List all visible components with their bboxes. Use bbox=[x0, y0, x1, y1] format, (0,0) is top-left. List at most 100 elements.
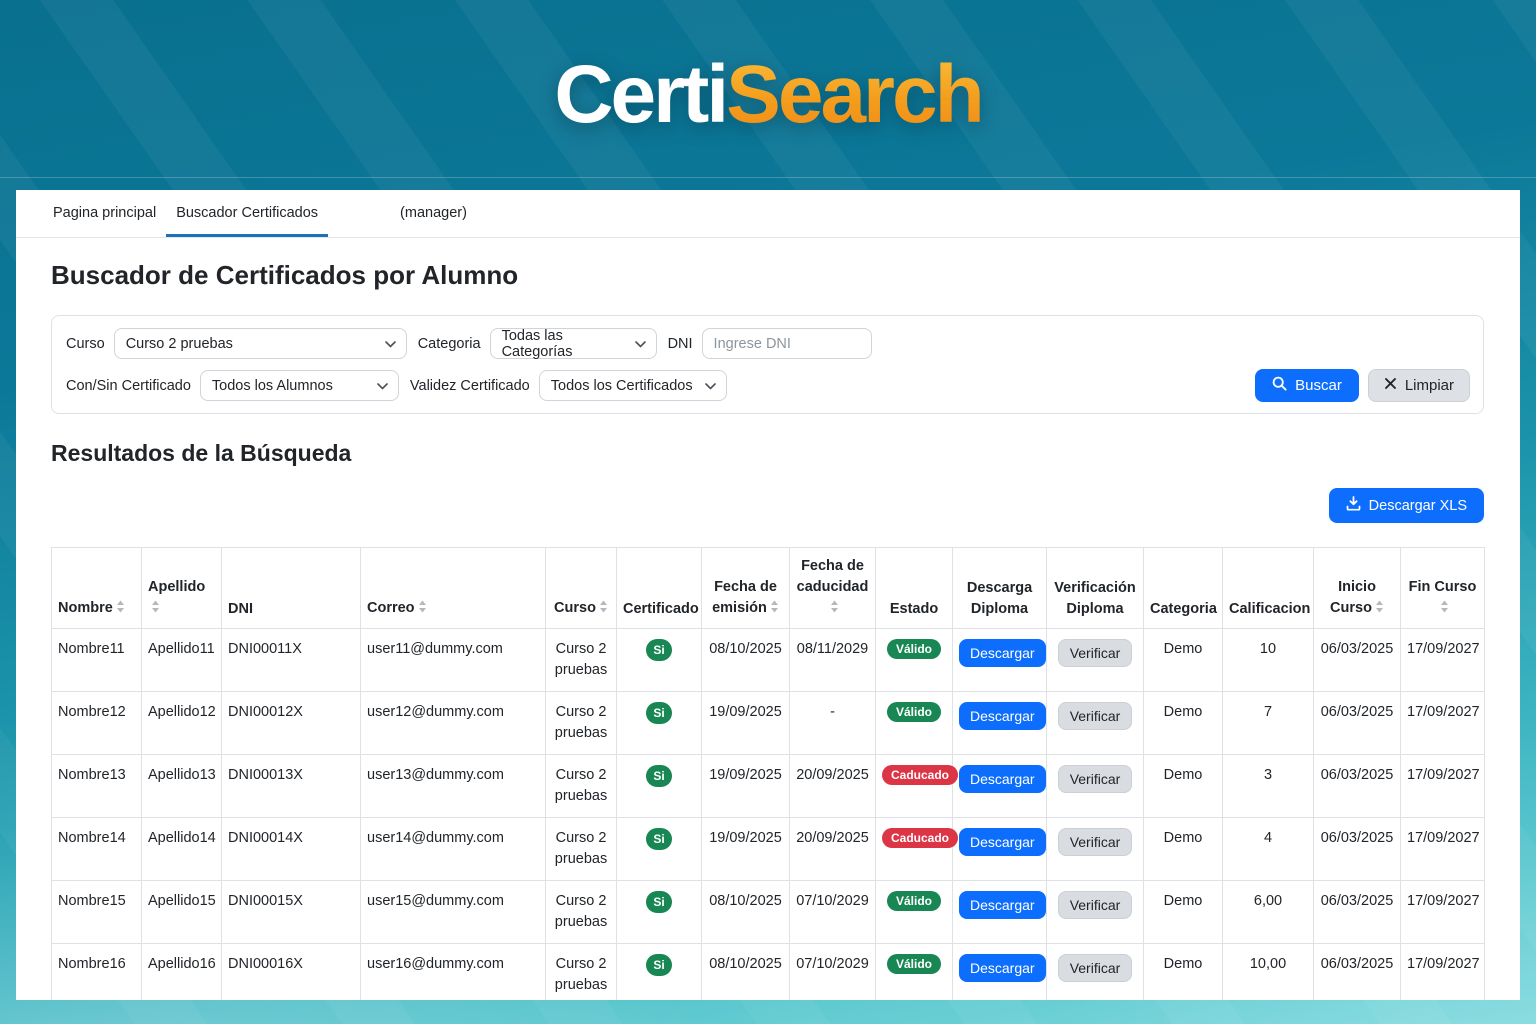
column-label: Fin Curso bbox=[1409, 579, 1477, 595]
column-label: Nombre bbox=[58, 600, 113, 616]
certificado-badge: Si bbox=[646, 891, 671, 913]
page-title: Buscador de Certificados por Alumno bbox=[51, 260, 1484, 291]
column-header-correo[interactable]: Correo bbox=[361, 548, 546, 629]
cell-dni: DNI00012X bbox=[222, 692, 361, 755]
cell-inicio_curso: 06/03/2025 bbox=[1314, 692, 1401, 755]
table-row: Nombre14Apellido14DNI00014Xuser14@dummy.… bbox=[52, 818, 1485, 881]
column-header-categoria: Categoria bbox=[1144, 548, 1223, 629]
column-header-apellido[interactable]: Apellido bbox=[142, 548, 222, 629]
results-title: Resultados de la Búsqueda bbox=[51, 440, 1484, 467]
cell-estado: Válido bbox=[876, 629, 953, 692]
certificado-badge: Si bbox=[646, 702, 671, 724]
cell-fecha_emision: 19/09/2025 bbox=[702, 755, 790, 818]
table-row: Nombre16Apellido16DNI00016Xuser16@dummy.… bbox=[52, 944, 1485, 1000]
limpiar-button[interactable]: Limpiar bbox=[1368, 369, 1470, 402]
validez-select[interactable]: Todos los Certificados bbox=[539, 370, 727, 401]
column-header-fecha_emision[interactable]: Fecha de emisión bbox=[702, 548, 790, 629]
categoria-select-value: Todas las Categorías bbox=[502, 328, 626, 360]
consin-select-value: Todos los Alumnos bbox=[212, 378, 333, 394]
descargar-diploma-button[interactable]: Descargar bbox=[959, 828, 1046, 856]
estado-badge: Caducado bbox=[882, 765, 958, 785]
cell-fecha_caducidad: - bbox=[790, 692, 876, 755]
app-logo: CertiSearch bbox=[554, 50, 981, 140]
sort-icon bbox=[1440, 599, 1449, 620]
column-label: Verificación Diploma bbox=[1054, 580, 1135, 617]
certificado-badge: Si bbox=[646, 954, 671, 976]
estado-badge: Válido bbox=[887, 954, 941, 974]
descargar-xls-button[interactable]: Descargar XLS bbox=[1329, 488, 1484, 523]
cell-curso: Curso 2 pruebas bbox=[546, 629, 617, 692]
verificar-diploma-button[interactable]: Verificar bbox=[1058, 891, 1133, 919]
column-header-descarga: Descarga Diploma bbox=[953, 548, 1047, 629]
descargar-diploma-button[interactable]: Descargar bbox=[959, 891, 1046, 919]
cell-verificacion: Verificar bbox=[1047, 881, 1144, 944]
column-label: Calificacion bbox=[1229, 601, 1310, 617]
site-header: CertiSearch bbox=[0, 0, 1536, 190]
cell-correo: user15@dummy.com bbox=[361, 881, 546, 944]
verificar-diploma-button[interactable]: Verificar bbox=[1058, 702, 1133, 730]
chevron-down-icon bbox=[385, 336, 396, 352]
buscar-button[interactable]: Buscar bbox=[1255, 369, 1359, 402]
column-header-nombre[interactable]: Nombre bbox=[52, 548, 142, 629]
cell-estado: Caducado bbox=[876, 755, 953, 818]
column-header-fin_curso[interactable]: Fin Curso bbox=[1401, 548, 1485, 629]
nav-tab-0[interactable]: Pagina principal bbox=[43, 191, 166, 237]
certificado-badge: Si bbox=[646, 828, 671, 850]
column-label: Correo bbox=[367, 600, 415, 616]
descargar-diploma-button[interactable]: Descargar bbox=[959, 639, 1046, 667]
cell-correo: user13@dummy.com bbox=[361, 755, 546, 818]
descargar-diploma-button[interactable]: Descargar bbox=[959, 765, 1046, 793]
dni-input[interactable] bbox=[702, 328, 872, 359]
cell-fecha_emision: 19/09/2025 bbox=[702, 692, 790, 755]
results-table-head: NombreApellidoDNICorreoCursoCertificadoF… bbox=[52, 548, 1485, 629]
nav-tab-2[interactable]: (manager) bbox=[390, 191, 477, 237]
column-label: Curso bbox=[554, 600, 596, 616]
cell-calificacion: 4 bbox=[1223, 818, 1314, 881]
verificar-diploma-button[interactable]: Verificar bbox=[1058, 954, 1133, 982]
verificar-diploma-button[interactable]: Verificar bbox=[1058, 765, 1133, 793]
categoria-select[interactable]: Todas las Categorías bbox=[490, 328, 657, 359]
sort-icon bbox=[1375, 599, 1384, 620]
close-icon bbox=[1384, 377, 1397, 394]
sort-icon bbox=[151, 599, 160, 620]
cell-inicio_curso: 06/03/2025 bbox=[1314, 944, 1401, 1000]
cell-dni: DNI00015X bbox=[222, 881, 361, 944]
cell-calificacion: 6,00 bbox=[1223, 881, 1314, 944]
column-label: Fecha de caducidad bbox=[797, 558, 869, 595]
cell-apellido: Apellido11 bbox=[142, 629, 222, 692]
column-header-curso[interactable]: Curso bbox=[546, 548, 617, 629]
column-header-fecha_caducidad[interactable]: Fecha de caducidad bbox=[790, 548, 876, 629]
table-row: Nombre13Apellido13DNI00013Xuser13@dummy.… bbox=[52, 755, 1485, 818]
cell-nombre: Nombre11 bbox=[52, 629, 142, 692]
estado-badge: Válido bbox=[887, 891, 941, 911]
estado-badge: Válido bbox=[887, 702, 941, 722]
chevron-down-icon bbox=[377, 378, 388, 394]
sort-icon bbox=[599, 599, 608, 620]
chevron-down-icon bbox=[635, 336, 646, 352]
consin-label: Con/Sin Certificado bbox=[66, 378, 191, 394]
cell-estado: Válido bbox=[876, 881, 953, 944]
descargar-diploma-button[interactable]: Descargar bbox=[959, 954, 1046, 982]
cell-apellido: Apellido14 bbox=[142, 818, 222, 881]
nav-tab-1[interactable]: Buscador Certificados bbox=[166, 191, 328, 237]
cell-fin_curso: 17/09/2027 bbox=[1401, 692, 1485, 755]
dni-label: DNI bbox=[668, 336, 693, 352]
column-header-inicio_curso[interactable]: Inicio Curso bbox=[1314, 548, 1401, 629]
cell-fin_curso: 17/09/2027 bbox=[1401, 755, 1485, 818]
verificar-diploma-button[interactable]: Verificar bbox=[1058, 639, 1133, 667]
cell-curso: Curso 2 pruebas bbox=[546, 944, 617, 1000]
curso-select[interactable]: Curso 2 pruebas bbox=[114, 328, 407, 359]
cell-apellido: Apellido16 bbox=[142, 944, 222, 1000]
curso-select-value: Curso 2 pruebas bbox=[126, 336, 233, 352]
cell-fin_curso: 17/09/2027 bbox=[1401, 944, 1485, 1000]
cell-fecha_caducidad: 20/09/2025 bbox=[790, 818, 876, 881]
verificar-diploma-button[interactable]: Verificar bbox=[1058, 828, 1133, 856]
cell-estado: Válido bbox=[876, 944, 953, 1000]
column-label: DNI bbox=[228, 601, 253, 617]
consin-select[interactable]: Todos los Alumnos bbox=[200, 370, 399, 401]
column-header-dni: DNI bbox=[222, 548, 361, 629]
cell-dni: DNI00016X bbox=[222, 944, 361, 1000]
cell-fecha_emision: 08/10/2025 bbox=[702, 629, 790, 692]
descargar-diploma-button[interactable]: Descargar bbox=[959, 702, 1046, 730]
curso-label: Curso bbox=[66, 336, 105, 352]
